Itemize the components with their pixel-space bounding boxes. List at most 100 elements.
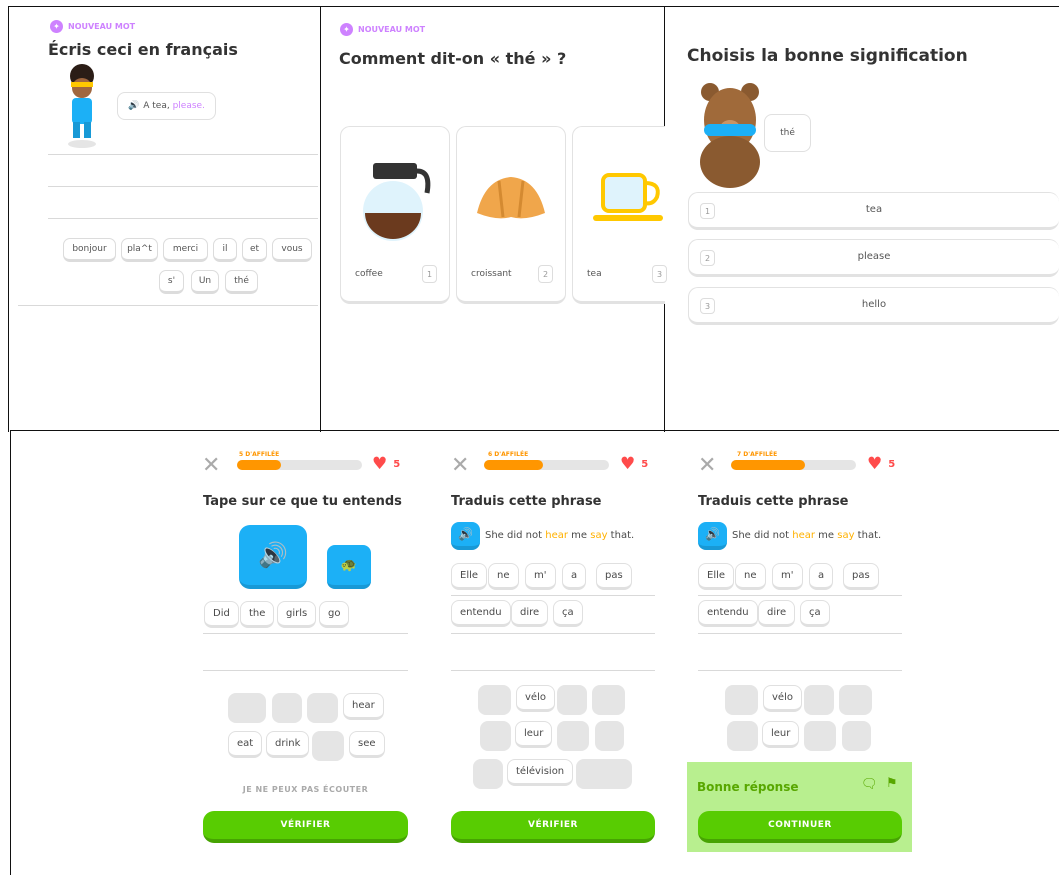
hearts-count: 5 [888,459,896,470]
answer-line [698,670,902,671]
answer-word-chip[interactable]: Elle [451,563,488,590]
answer-word-chip[interactable]: entendu [698,600,758,627]
discussion-icon[interactable]: 🗨 [861,777,878,792]
close-icon[interactable]: ✕ [451,455,469,477]
word-bank-chip[interactable]: bonjour [63,238,116,262]
answer-word-chip[interactable]: pas [843,563,879,590]
used-word-slot [557,721,589,751]
bear-character [700,83,760,188]
word-bank-chip[interactable]: hear [343,693,384,720]
option-text: please [857,251,891,262]
page-title: Comment dit-on « thé » ? [339,49,567,68]
answer-line [48,186,318,187]
used-word-slot [307,693,338,723]
check-button[interactable]: VÉRIFIER [203,811,408,843]
tea-cup-icon [593,173,663,221]
option-card-tea[interactable]: tea 3 [572,126,667,304]
page-title: Traduis cette phrase [451,494,602,509]
word-bank-chip[interactable]: thé [225,270,258,294]
used-word-slot [592,685,625,715]
speaker-icon[interactable]: 🔊 [128,101,139,111]
hearts-counter: ♥ 5 [867,456,901,473]
used-word-slot [842,721,871,751]
word-bank-chip[interactable]: s' [159,270,184,294]
word-bank-chip[interactable]: vélo [516,685,555,712]
answer-word-chip[interactable]: Elle [698,563,735,590]
sparkle-icon: ✦ [50,20,63,33]
word-bank-chip[interactable]: merci [163,238,208,262]
word-bank-chip[interactable]: vélo [763,685,802,712]
streak-label: 7 D'AFFILÉE [737,451,778,458]
heart-icon: ♥ [620,454,636,474]
continue-button[interactable]: CONTINUER [698,811,902,843]
used-word-slot [725,685,758,715]
heart-icon: ♥ [372,454,388,474]
word-bank-chip[interactable]: leur [762,721,800,748]
result-message: Bonne réponse [697,780,799,794]
used-word-slot [595,721,624,751]
slow-audio-button[interactable]: 🐢 [327,545,371,589]
new-word-label: NOUVEAU MOT [68,22,136,31]
answer-word-chip[interactable]: dire [511,600,549,627]
new-word-badge: ✦ NOUVEAU MOT [340,23,425,36]
close-icon[interactable]: ✕ [202,455,220,477]
word-bank-chip[interactable]: eat [228,731,263,758]
speaker-icon: 🔊 [458,527,473,541]
option-card-croissant[interactable]: croissant 2 [456,126,566,304]
answer-word-chip[interactable]: ça [800,600,830,627]
word-bank-chip[interactable]: télévision [507,759,574,786]
answer-word-chip[interactable]: girls [277,601,317,628]
answer-word-chip[interactable]: ne [735,563,766,590]
used-word-slot [804,721,836,751]
used-word-slot [228,693,266,723]
answer-word-chip[interactable]: entendu [451,600,511,627]
card-number: 2 [538,265,553,283]
word-bank-chip[interactable]: Un [191,270,219,294]
play-audio-button[interactable]: 🔊 [239,525,307,589]
answer-word-chip[interactable]: go [319,601,350,628]
check-button[interactable]: VÉRIFIER [451,811,655,843]
sparkle-icon: ✦ [340,23,353,36]
word-bank-chip[interactable]: see [349,731,385,758]
word-bank-chip[interactable]: vous [272,238,312,262]
answer-word-chip[interactable]: ça [553,600,583,627]
answer-line [48,154,318,155]
answer-option-2[interactable]: 2 please [688,239,1059,277]
cant-listen-link[interactable]: JE NE PEUX PAS ÉCOUTER [203,785,408,794]
option-text: tea [865,204,883,215]
used-word-slot [727,721,758,751]
speech-bubble[interactable]: 🔊 A tea, please. [117,92,216,120]
answer-option-3[interactable]: 3 hello [688,287,1059,325]
play-audio-button[interactable]: 🔊 [698,522,727,550]
answer-line [698,633,902,634]
progress-bar [731,460,856,470]
report-flag-icon[interactable]: ⚑ [886,776,898,791]
turtle-icon: 🐢 [340,557,358,573]
source-sentence: She did not hear me say that. [485,530,635,541]
word-bank-chip[interactable]: drink [266,731,310,758]
new-word-label: NOUVEAU MOT [358,25,426,34]
word-bank-chip[interactable]: pla^t [121,238,158,262]
answer-word-chip[interactable]: Did [204,601,239,628]
word-bank-chip[interactable]: il [213,238,237,262]
option-card-coffee[interactable]: coffee 1 [340,126,450,304]
close-icon[interactable]: ✕ [698,455,716,477]
answer-word-chip[interactable]: the [240,601,275,628]
speaker-icon: 🔊 [705,527,720,541]
answer-word-chip[interactable]: dire [758,600,796,627]
used-word-slot [839,685,872,715]
card-label: coffee [355,269,383,279]
answer-word-chip[interactable]: ne [488,563,519,590]
word-bank-chip[interactable]: leur [515,721,553,748]
answer-word-chip[interactable]: a [562,563,587,590]
answer-word-chip[interactable]: m' [772,563,803,590]
answer-word-chip[interactable]: m' [525,563,556,590]
used-word-slot [804,685,834,715]
play-audio-button[interactable]: 🔊 [451,522,480,550]
heart-icon: ♥ [867,454,883,474]
answer-word-chip[interactable]: pas [596,563,632,590]
answer-option-1[interactable]: 1 tea [688,192,1059,230]
new-word-badge: ✦ NOUVEAU MOT [50,20,135,33]
answer-word-chip[interactable]: a [809,563,834,590]
word-bank-chip[interactable]: et [242,238,267,262]
